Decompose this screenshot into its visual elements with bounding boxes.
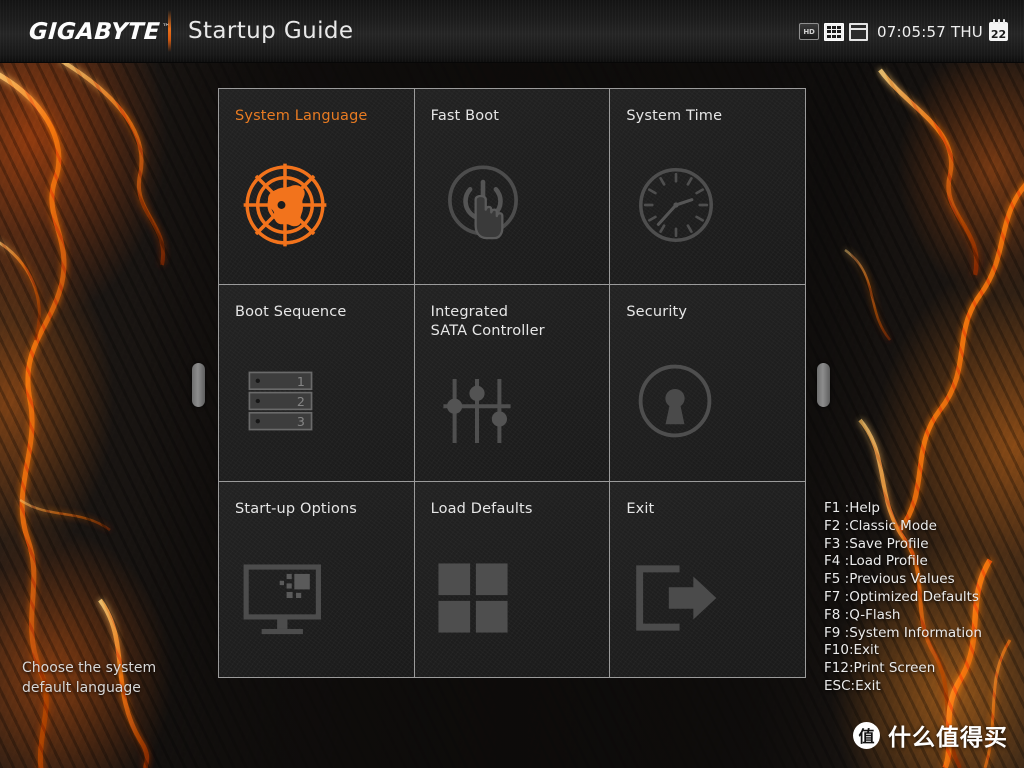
startup-guide-grid: System Language Fast Boot System Time Bo… xyxy=(218,88,806,678)
grid-cell xyxy=(827,30,831,33)
grid-cell xyxy=(837,34,842,38)
clock-icon xyxy=(639,168,714,243)
tile-system-time[interactable]: System Time xyxy=(610,89,805,285)
calendar-day: 22 xyxy=(990,28,1007,41)
system-clock: 07:05:57 THU xyxy=(877,22,983,41)
grid-cell xyxy=(832,25,836,29)
tile-icon-area xyxy=(219,519,414,677)
scroll-handle-left[interactable] xyxy=(192,363,205,407)
tile-label: Boot Sequence xyxy=(235,304,347,321)
function-key-legend: F1 :Help F2 :Classic Mode F3 :Save Profile… xyxy=(824,500,982,696)
tile-icon-area xyxy=(415,341,610,480)
grid-cell xyxy=(832,30,836,33)
tile-label: Fast Boot xyxy=(430,108,500,124)
gigabyte-logo: GIGABYTE ™ xyxy=(28,19,171,45)
page-title: Startup Guide xyxy=(188,18,354,44)
calendar-icon[interactable]: 22 xyxy=(989,19,1008,41)
function-key-row: F9 :System Information xyxy=(824,624,982,641)
tile-load-defaults[interactable]: Load Defaults xyxy=(414,481,610,677)
grid-cell xyxy=(827,34,831,38)
help-hint-text: Choose the system default language xyxy=(22,660,157,696)
grid-cell xyxy=(837,30,842,33)
grid-cell xyxy=(827,25,831,29)
grid-cell xyxy=(837,25,842,29)
tile-fast-boot[interactable]: Fast Boot xyxy=(414,89,610,285)
exit-arrow-icon xyxy=(636,565,717,631)
drive-number-3: 3 xyxy=(297,415,305,430)
function-key-row: F8 :Q-Flash xyxy=(824,606,901,623)
drive-number-1: 1 xyxy=(297,374,305,389)
function-key-row: F10:Exit xyxy=(824,642,880,659)
brand-name: GIGABYTE xyxy=(28,19,161,45)
monitor-icon xyxy=(243,564,321,634)
calendar-ring xyxy=(1003,19,1005,24)
tile-label: Load Defaults xyxy=(430,500,533,517)
tile-integrated-sata-controller[interactable]: Integrated SATA Controller xyxy=(414,285,610,481)
tile-system-language[interactable]: System Language xyxy=(219,89,414,285)
hd-audio-icon-label: HD xyxy=(803,27,815,36)
tile-icon-area xyxy=(415,126,610,284)
logo-divider xyxy=(168,10,171,52)
tile-startup-options[interactable]: Start-up Options xyxy=(219,481,414,677)
window-icon[interactable] xyxy=(849,22,869,41)
tile-icon-area xyxy=(610,519,805,677)
tile-exit[interactable]: Exit xyxy=(610,481,805,677)
status-cluster: HD 07:05:57 THU 22 xyxy=(799,0,1008,62)
hd-audio-icon[interactable]: HD xyxy=(799,23,820,40)
tile-label: Exit xyxy=(626,500,655,517)
drive-list-icon: 1 2 3 xyxy=(248,372,313,431)
four-squares-icon xyxy=(438,563,508,633)
watermark: 值 什么值得买 xyxy=(853,718,1008,752)
grid-icon[interactable] xyxy=(824,22,845,41)
function-key-row: F12:Print Screen xyxy=(824,660,936,677)
keyhole-icon xyxy=(638,365,712,438)
tile-label: System Language xyxy=(235,108,368,124)
scroll-handle-right[interactable] xyxy=(817,363,830,407)
sliders-icon xyxy=(443,378,511,443)
function-key-row: ESC:Exit xyxy=(824,677,881,694)
tile-label: Security xyxy=(626,304,688,321)
calendar-ring xyxy=(998,19,1000,24)
function-key-row: F1 :Help xyxy=(824,500,880,516)
tile-icon-area xyxy=(610,126,805,284)
tile-boot-sequence[interactable]: Boot Sequence 1 2 3 xyxy=(219,285,414,481)
watermark-text: 什么值得买 xyxy=(888,725,1008,751)
tile-label: Start-up Options xyxy=(235,500,358,517)
power-finger-icon xyxy=(447,165,518,240)
function-key-row: F2 :Classic Mode xyxy=(824,517,937,534)
function-key-row: F3 :Save Profile xyxy=(824,535,929,552)
globe-icon xyxy=(243,163,327,247)
tile-label: System Time xyxy=(626,108,723,124)
tile-icon-area: 1 2 3 xyxy=(219,322,414,480)
function-key-row: F5 :Previous Values xyxy=(824,571,955,588)
function-key-row: F7 :Optimized Defaults xyxy=(824,588,979,605)
tile-icon-area xyxy=(219,126,414,284)
header-bar: GIGABYTE ™ Startup Guide HD 07:05:57 THU… xyxy=(0,0,1024,63)
function-key-row: F4 :Load Profile xyxy=(824,553,928,570)
grid-cell xyxy=(832,34,836,38)
watermark-badge: 值 xyxy=(853,721,880,749)
tile-icon-area xyxy=(610,322,805,480)
calendar-ring xyxy=(993,19,995,24)
drive-number-2: 2 xyxy=(297,395,305,410)
tile-security[interactable]: Security xyxy=(610,285,805,481)
tile-label: Integrated SATA Controller xyxy=(430,304,545,340)
tile-icon-area xyxy=(415,519,610,677)
